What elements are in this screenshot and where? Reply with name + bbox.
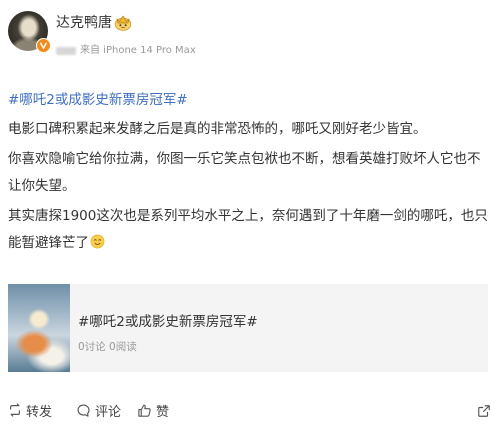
member-badge-icon[interactable] xyxy=(113,13,133,31)
paragraph: 电影口碑积累起来发酵之后是真的非常恐怖的，哪吒又刚好老少皆宜。 xyxy=(8,116,494,143)
post-text: 电影口碑积累起来发酵之后是真的非常恐怖的，哪吒又刚好老少皆宜。 你喜欢隐喻它给你… xyxy=(8,116,494,260)
hashtag-link[interactable]: #哪吒2或成影史新票房冠军# xyxy=(8,88,188,112)
text-line: 电影口碑积累起来发酵之后是真的非常恐怖的，哪吒又刚好老少皆宜。 xyxy=(8,121,427,137)
paragraph: 其实唐探1900这次也是系列平均水平之上，奈何遇到了十年磨一剑的哪吒，也只 能暂… xyxy=(8,203,494,257)
username[interactable]: 达克鸭唐 xyxy=(56,14,112,32)
text-line: 其实唐探1900这次也是系列平均水平之上，奈何遇到了十年磨一剑的哪吒，也只 xyxy=(8,208,488,224)
repost-button[interactable]: 转发 xyxy=(8,401,53,420)
emoji-face-icon xyxy=(90,232,105,259)
topic-thumbnail xyxy=(8,284,70,372)
redacted-timestamp xyxy=(56,47,76,55)
post-source: 来自 iPhone 14 Pro Max xyxy=(80,45,196,56)
topic-card-title: #哪吒2或成影史新票房冠军# xyxy=(78,314,258,330)
topic-card[interactable]: #哪吒2或成影史新票房冠军# 0讨论 0阅读 xyxy=(8,284,488,372)
like-button[interactable]: 赞 xyxy=(137,401,170,420)
comment-button[interactable]: 评论 xyxy=(76,401,122,420)
share-icon[interactable] xyxy=(477,403,491,417)
topic-card-stats: 0讨论 0阅读 xyxy=(78,341,137,353)
repost-icon xyxy=(8,403,22,417)
like-label: 赞 xyxy=(156,404,170,420)
text-line: 你喜欢隐喻它给你拉满，你图一乐它笑点包袱也不断，想看英雄打败坏人它也不 xyxy=(8,151,481,167)
text-line-content: 能暂避锋芒了 xyxy=(8,235,89,251)
repost-label: 转发 xyxy=(26,404,53,420)
text-line: 能暂避锋芒了 xyxy=(8,230,494,257)
comment-icon xyxy=(76,403,91,418)
paragraph: 你喜欢隐喻它给你拉满，你图一乐它笑点包袱也不断，想看英雄打败坏人它也不 让你失望… xyxy=(8,146,494,200)
text-line: 让你失望。 xyxy=(8,178,76,194)
comment-label: 评论 xyxy=(95,404,122,420)
verified-badge-icon xyxy=(36,38,51,53)
thumbs-up-icon xyxy=(137,403,152,418)
